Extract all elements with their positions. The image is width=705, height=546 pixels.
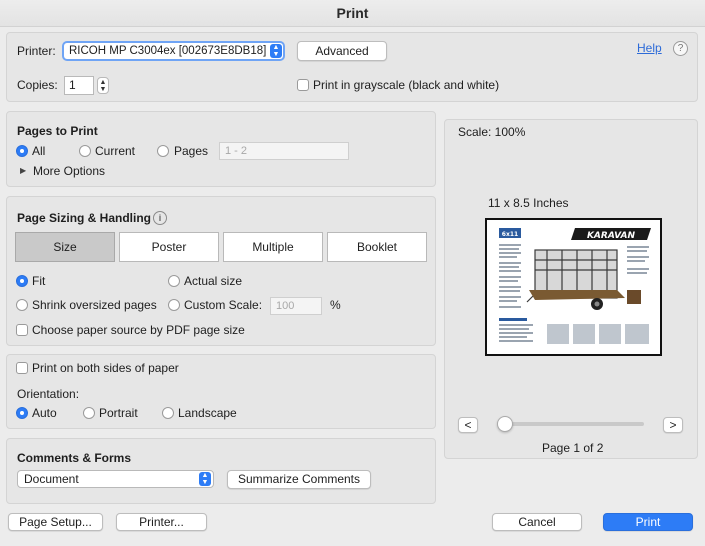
tab-size[interactable]: Size [15,232,115,262]
disclosure-triangle-icon[interactable]: ▶ [20,166,26,175]
grayscale-checkbox[interactable] [297,79,309,91]
tab-poster[interactable]: Poster [119,232,219,262]
thumb-brand-text: KARAVAN [587,231,636,241]
both-sides-label: Print on both sides of paper [32,361,179,375]
copies-value: 1 [69,78,76,92]
shrink-label: Shrink oversized pages [32,298,157,312]
pages-all-radio[interactable] [16,145,28,157]
paper-source-checkbox[interactable] [16,324,28,336]
fit-radio[interactable] [16,275,28,287]
help-link[interactable]: Help [637,41,662,55]
help-icon[interactable]: ? [673,41,688,56]
preview-next-button[interactable]: > [663,417,683,433]
preview-prev-button[interactable]: < [458,417,478,433]
window-title: Print [0,0,705,27]
actual-size-label: Actual size [184,274,243,288]
printer-button[interactable]: Printer... [116,513,207,531]
info-icon[interactable]: i [153,211,167,225]
page-sizing-title: Page Sizing & Handling [17,211,152,225]
thumb-size-text: 6x11 [502,231,518,238]
tab-booklet[interactable]: Booklet [327,232,427,262]
print-button[interactable]: Print [603,513,693,531]
pages-range-label: Pages [174,144,209,158]
comments-title: Comments & Forms [17,451,132,465]
pages-to-print-title: Pages to Print [17,124,98,138]
stepper-arrows-icon: ▲ ▼ [99,79,107,93]
fit-label: Fit [32,274,46,288]
printer-label: Printer: [17,44,56,58]
orientation-auto-label: Auto [32,406,57,420]
grayscale-label: Print in grayscale (black and white) [313,78,500,92]
printer-select-value: RICOH MP C3004ex [002673E8DB18] [69,45,267,57]
paper-source-label: Choose paper source by PDF page size [32,323,245,337]
printer-select[interactable]: RICOH MP C3004ex [002673E8DB18] ▲ ▼ [62,41,285,61]
orientation-label: Orientation: [17,387,80,401]
orientation-auto-radio[interactable] [16,407,28,419]
comments-select[interactable]: Document ▲ ▼ [17,470,214,488]
summarize-comments-button[interactable]: Summarize Comments [227,470,371,489]
pages-current-label: Current [95,144,136,158]
select-arrows-icon: ▲ ▼ [270,44,282,58]
page-slider-knob[interactable] [497,416,513,432]
comments-select-value: Document [24,472,79,486]
orientation-portrait-radio[interactable] [83,407,95,419]
pages-range-radio[interactable] [157,145,169,157]
cancel-button[interactable]: Cancel [492,513,582,531]
orientation-landscape-label: Landscape [178,406,237,420]
page-preview-thumbnail: 6x11 KARAVAN [485,218,662,356]
percent-label: % [330,298,341,312]
preview-paper-size: 11 x 8.5 Inches [488,196,569,210]
copies-label: Copies: [17,78,58,92]
both-sides-checkbox[interactable] [16,362,28,374]
preview-scale: Scale: 100% [458,125,526,139]
trailer-brochure-image: 6x11 KARAVAN [490,223,657,351]
more-options-label[interactable]: More Options [33,164,105,178]
pages-range-input[interactable]: 1 - 2 [219,142,349,160]
copies-stepper[interactable]: ▲ ▼ [97,77,109,94]
tab-multiple[interactable]: Multiple [223,232,323,262]
page-slider[interactable] [497,416,644,432]
pages-all-label: All [32,144,46,158]
custom-scale-input[interactable]: 100 [270,297,322,315]
orientation-landscape-radio[interactable] [162,407,174,419]
copies-input[interactable]: 1 [64,76,94,95]
custom-scale-label: Custom Scale: [184,298,263,312]
orientation-portrait-label: Portrait [99,406,138,420]
advanced-button[interactable]: Advanced [297,41,387,61]
actual-size-radio[interactable] [168,275,180,287]
shrink-radio[interactable] [16,299,28,311]
pages-current-radio[interactable] [79,145,91,157]
page-indicator: Page 1 of 2 [542,441,604,455]
custom-scale-radio[interactable] [168,299,180,311]
select-arrows-icon: ▲ ▼ [199,472,211,486]
page-setup-button[interactable]: Page Setup... [8,513,103,531]
